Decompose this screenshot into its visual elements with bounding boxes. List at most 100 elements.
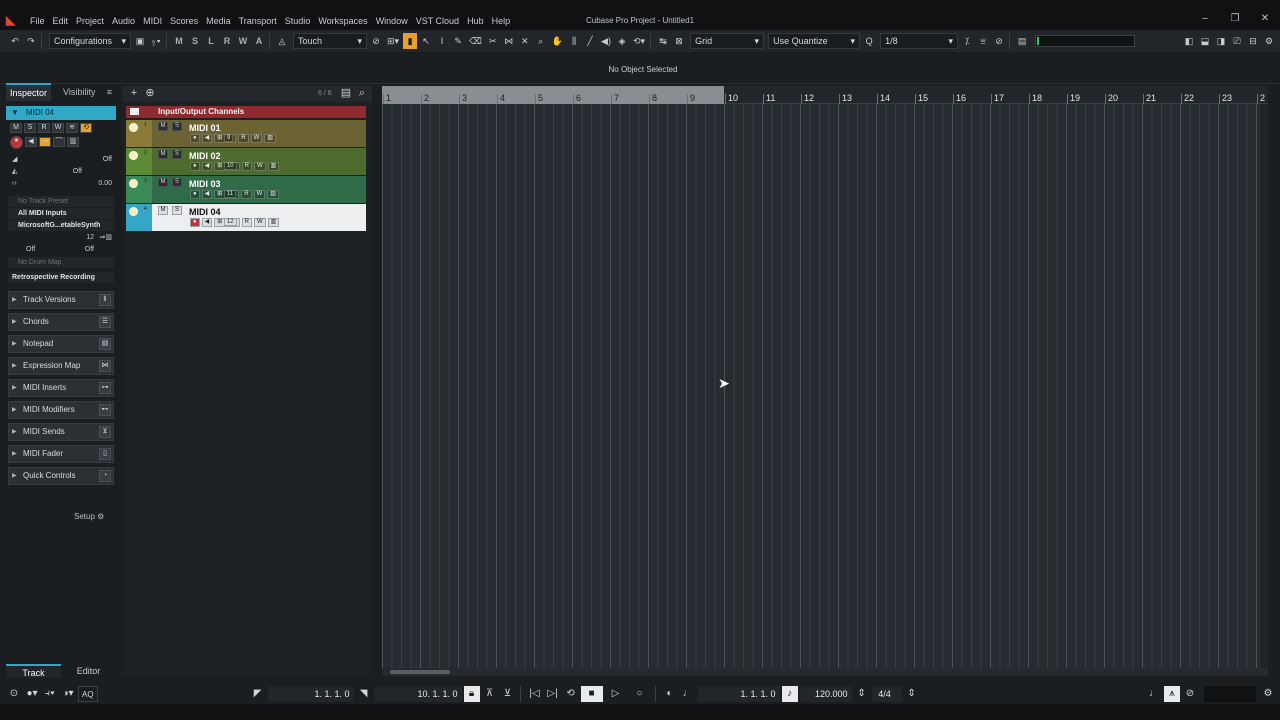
color-tool-icon[interactable]: ◈ (615, 33, 629, 49)
track-visibility-icon[interactable] (129, 123, 138, 132)
write-automation-button[interactable]: W (52, 123, 64, 133)
timeline-ruler[interactable]: 1 2 3 4 5 6 7 8 9 10 11 12 13 14 15 16 17 18 19 20 21 22 23 2 (382, 86, 1268, 104)
pointer-tool-icon[interactable]: ↖ (419, 33, 433, 49)
read-automation-button[interactable]: R (38, 123, 50, 133)
channel-settings-icon[interactable]: ⇒▥ (100, 232, 112, 244)
channel-icon[interactable]: ⊞ 11 (214, 190, 240, 199)
mute-button[interactable]: M (158, 150, 168, 159)
comp-tool-icon[interactable]: ⫼ (567, 33, 581, 49)
project-event-display[interactable]: 1 2 3 4 5 6 7 8 9 10 11 12 13 14 15 16 17 18 19 20 21 22 23 2 ➤ (382, 86, 1268, 676)
tempo-track-icon[interactable]: ♪ (781, 686, 798, 702)
activate-project-icon[interactable]: ⊙ (6, 686, 22, 702)
settings-gear-icon[interactable]: ⚙ (1262, 33, 1276, 49)
notepad-icon[interactable]: ▤ (99, 338, 111, 350)
mixconsole-icon[interactable]: ⊟ (1246, 33, 1260, 49)
solo-button[interactable]: S (172, 206, 182, 215)
record-mode-icon[interactable]: ●▾ (24, 686, 40, 702)
record-icon[interactable]: ○ (629, 686, 651, 702)
track-body[interactable]: M S MIDI 01 ● ◀ ⊞ 9 R W ▥ (152, 120, 366, 147)
inspector-section-track-versions[interactable]: Track Versions ⫴ (8, 291, 114, 309)
go-to-start-icon[interactable]: |◁ (527, 686, 543, 702)
right-zone-toggle-icon[interactable]: ◨ (1214, 33, 1228, 49)
left-locator-field[interactable]: 1. 1. 1. 0 (267, 686, 354, 702)
inspector-section-quick-controls[interactable]: Quick Controls ◔ (8, 467, 114, 485)
marker-icon[interactable]: ♩ (1146, 686, 1162, 702)
media-bay-icon[interactable]: ⎚ (1230, 33, 1244, 49)
record-enable-icon[interactable]: ● (190, 218, 200, 227)
quantize-value-dropdown[interactable]: 1/8 ▾ (880, 33, 959, 49)
punch-in-icon[interactable]: ⊼ (482, 686, 498, 702)
solo-button[interactable]: S (172, 150, 182, 159)
write-automation-button[interactable]: W (250, 134, 263, 143)
hand-tool-icon[interactable]: ✋ (550, 33, 565, 49)
midi-modifiers-icon[interactable]: ⊷ (99, 404, 111, 416)
lock-locators-icon[interactable]: 🔒︎ (463, 686, 480, 702)
speaker-tool-icon[interactable]: ◀) (599, 33, 613, 49)
stop-icon[interactable]: ■ (580, 686, 603, 702)
record-enable-icon[interactable]: ● (190, 134, 200, 143)
cycle-range[interactable] (382, 86, 724, 104)
cycle-icon[interactable]: ⟲ (563, 686, 579, 702)
track-name[interactable]: MIDI 04 (189, 207, 221, 217)
tab-track[interactable]: Track (6, 664, 61, 678)
inspector-section-midi-inserts[interactable]: MIDI Inserts ⊶ (8, 379, 114, 397)
state-button-r[interactable]: R (220, 33, 234, 49)
chords-icon[interactable]: ☰ (99, 316, 111, 328)
time-signature-field[interactable]: 4/4 (871, 686, 902, 702)
bank-value[interactable]: Off (26, 246, 35, 253)
track-color-strip[interactable]: 1 (126, 120, 152, 147)
channel-row[interactable]: 12 ⇒▥ (6, 232, 116, 244)
right-locator-field[interactable]: 10. 1. 1. 0 (373, 686, 462, 702)
sync-icon[interactable]: ⊘ (1182, 686, 1198, 702)
track-body[interactable]: M S MIDI 03 ● ◀ ⊞ 11 R W ▥ (152, 176, 366, 203)
track-visibility-icon[interactable] (129, 151, 138, 160)
track-color-strip[interactable]: 2 (126, 148, 152, 175)
record-enable-icon[interactable]: ● (190, 190, 200, 199)
inspector-section-chords[interactable]: Chords ☰ (8, 313, 114, 331)
solo-button[interactable]: S (24, 123, 36, 133)
metronome-icon[interactable]: ◑▾ (60, 686, 76, 702)
track-visibility-icon[interactable] (129, 207, 138, 216)
redo-button[interactable]: ↷ (24, 33, 38, 49)
read-automation-button[interactable]: R (241, 218, 252, 227)
menu-icon[interactable]: ≡ (103, 84, 116, 100)
monitor-icon[interactable]: ◀ (201, 162, 213, 171)
edit-button[interactable]: ▥ (267, 218, 280, 227)
punch-icon[interactable]: ⫞▾ (42, 686, 58, 702)
lock-button[interactable]: ⊸ (39, 137, 51, 147)
state-button-m[interactable]: M (172, 33, 186, 49)
split-tool-icon[interactable]: ✂ (486, 33, 500, 49)
versions-icon[interactable]: ⫴ (99, 294, 111, 306)
folder-track[interactable]: Input/Output Channels (126, 106, 366, 118)
state-button-w[interactable]: W (236, 33, 250, 49)
snap-type-icon[interactable]: ⊠ (672, 33, 686, 49)
pan-row[interactable]: ◭ Off (6, 166, 116, 178)
edit-button[interactable]: ▥ (264, 134, 276, 143)
record-enable-button[interactable]: ● (10, 135, 23, 149)
program-value[interactable]: Off (85, 244, 94, 256)
channel-icon[interactable]: ⊞ 9 (214, 134, 237, 143)
edit-button[interactable]: ▥ (267, 162, 280, 171)
auto-apply-icon[interactable]: ⊘ (992, 33, 1006, 49)
lower-zone-toggle-icon[interactable]: ⬓ (1198, 33, 1212, 49)
quantize-icon[interactable]: Q (862, 33, 876, 49)
left-zone-toggle-icon[interactable]: ◧ (1182, 33, 1196, 49)
read-automation-button[interactable]: R (238, 134, 249, 143)
read-automation-button[interactable]: R (241, 190, 252, 199)
range-tool-icon[interactable]: I (435, 33, 449, 49)
collapse-icon[interactable]: ▼ (11, 106, 19, 120)
quick-controls-icon[interactable]: ◔ (99, 470, 111, 482)
solo-button[interactable]: S (172, 122, 182, 131)
restore-button[interactable]: ❐ (1228, 13, 1242, 24)
add-track-options-icon[interactable]: ⊕ (144, 88, 156, 100)
automation-mode-icon[interactable]: ◬ (275, 33, 289, 49)
delay-row[interactable]: ‹› 0.00 (6, 178, 116, 190)
monitor-icon[interactable]: ◀ (201, 218, 213, 227)
auto-scroll-icon[interactable]: ⟲▾ (631, 33, 647, 49)
pencil-tool-icon[interactable]: ✎ (451, 33, 465, 49)
channel-icon[interactable]: ⊞ 10 (214, 162, 240, 171)
drum-map-field[interactable]: No Drum Map (8, 257, 114, 268)
add-track-icon[interactable]: + (128, 88, 140, 100)
snap-type-dropdown[interactable]: Grid ▾ (690, 33, 765, 49)
bank-program-row[interactable]: Off Off (6, 244, 116, 256)
